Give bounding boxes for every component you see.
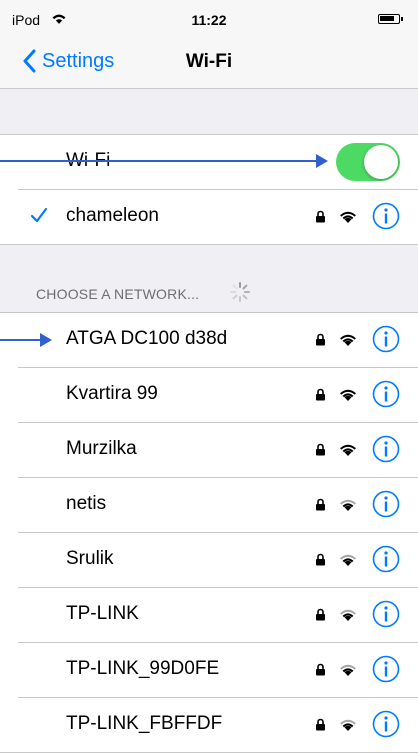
network-name: TP-LINK bbox=[66, 603, 139, 624]
info-icon[interactable] bbox=[372, 380, 400, 408]
navigation-bar: Settings Wi-Fi bbox=[0, 36, 418, 89]
spinner-icon bbox=[230, 282, 250, 302]
info-icon[interactable] bbox=[372, 202, 400, 230]
network-icons bbox=[315, 325, 400, 353]
info-icon[interactable] bbox=[372, 600, 400, 628]
lock-icon bbox=[316, 553, 325, 565]
network-row[interactable]: netis bbox=[18, 478, 418, 533]
toggle-knob bbox=[364, 145, 398, 179]
wifi-icon bbox=[340, 334, 356, 346]
network-name: Kvartira 99 bbox=[66, 383, 158, 404]
annotation-arrow-line bbox=[0, 339, 40, 341]
network-row[interactable]: TP-LINK bbox=[18, 588, 418, 643]
lock-icon bbox=[316, 333, 325, 345]
wifi-toggle-row: Wi-Fi bbox=[18, 135, 418, 190]
connected-network-name: chameleon bbox=[66, 205, 159, 226]
wifi-icon bbox=[340, 444, 356, 456]
network-name: Murzilka bbox=[66, 438, 137, 459]
wifi-icon bbox=[340, 609, 356, 621]
network-row[interactable]: ATGA DC100 d38d bbox=[18, 313, 418, 368]
info-icon[interactable] bbox=[372, 545, 400, 573]
network-row[interactable]: Kvartira 99 bbox=[18, 368, 418, 423]
network-name: TP-LINK_FBFFDF bbox=[66, 713, 223, 734]
info-icon[interactable] bbox=[372, 655, 400, 683]
network-row[interactable]: Srulik bbox=[18, 533, 418, 588]
network-icons bbox=[315, 380, 400, 408]
network-icons bbox=[315, 600, 400, 628]
annotation-arrow-line bbox=[0, 160, 318, 162]
annotation-arrow-head bbox=[40, 333, 52, 347]
info-icon[interactable] bbox=[372, 490, 400, 518]
annotation-arrow-head bbox=[316, 154, 328, 168]
lock-icon bbox=[316, 210, 325, 222]
network-icons bbox=[315, 202, 400, 230]
wifi-group: Wi-Fi chameleon bbox=[0, 134, 418, 245]
network-name: ATGA DC100 d38d bbox=[66, 328, 228, 349]
network-name: netis bbox=[66, 493, 107, 514]
wifi-icon bbox=[340, 211, 356, 223]
network-icons bbox=[315, 655, 400, 683]
wifi-icon bbox=[340, 554, 356, 566]
lock-icon bbox=[316, 443, 325, 455]
status-bar: iPod 11:22 bbox=[0, 0, 418, 36]
info-icon[interactable] bbox=[372, 435, 400, 463]
lock-icon bbox=[316, 663, 325, 675]
wifi-icon bbox=[340, 499, 356, 511]
section-header: CHOOSE A NETWORK... bbox=[36, 286, 200, 302]
wifi-icon bbox=[340, 664, 356, 676]
lock-icon bbox=[316, 498, 325, 510]
lock-icon bbox=[316, 718, 325, 730]
wifi-toggle[interactable] bbox=[336, 143, 400, 181]
network-row[interactable]: Murzilka bbox=[18, 423, 418, 478]
network-row[interactable]: TP-LINK_99D0FE bbox=[18, 643, 418, 698]
wifi-icon bbox=[340, 389, 356, 401]
info-icon[interactable] bbox=[372, 710, 400, 738]
battery-icon bbox=[378, 14, 403, 24]
network-name: TP-LINK_99D0FE bbox=[66, 658, 220, 679]
network-icons bbox=[315, 710, 400, 738]
connected-network-row[interactable]: chameleon bbox=[18, 190, 418, 244]
network-icons bbox=[315, 490, 400, 518]
networks-group: ATGA DC100 d38d Kvartira 99 Murzilka net… bbox=[0, 312, 418, 753]
page-title: Wi-Fi bbox=[185, 51, 233, 72]
lock-icon bbox=[316, 388, 325, 400]
network-icons bbox=[315, 435, 400, 463]
network-name: Srulik bbox=[66, 548, 114, 569]
lock-icon bbox=[316, 608, 325, 620]
network-row[interactable]: TP-LINK_FBFFDF bbox=[18, 698, 418, 752]
checkmark-icon bbox=[30, 207, 48, 223]
status-time: 11:22 bbox=[191, 12, 227, 28]
network-icons bbox=[315, 545, 400, 573]
wifi-icon bbox=[340, 719, 356, 731]
info-icon[interactable] bbox=[372, 325, 400, 353]
